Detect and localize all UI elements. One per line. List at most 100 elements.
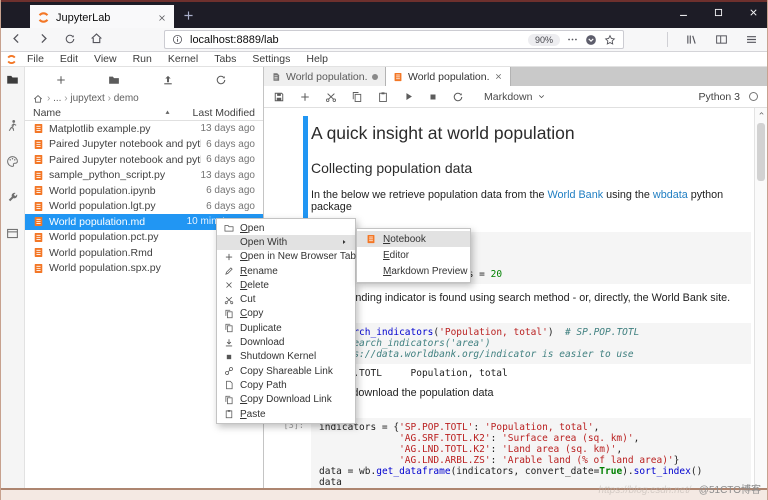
- scrollbar[interactable]: [754, 108, 767, 488]
- command-palette-icon[interactable]: [6, 155, 19, 168]
- library-icon[interactable]: [685, 33, 698, 46]
- home-breadcrumb-icon[interactable]: [33, 94, 43, 104]
- menu-tabs[interactable]: Tabs: [206, 53, 244, 65]
- hyperlink[interactable]: World Bank: [547, 189, 603, 201]
- file-modified: 6 days ago: [206, 200, 255, 212]
- new-launcher-button[interactable]: [55, 74, 67, 86]
- tab-close-icon[interactable]: [157, 13, 167, 23]
- tab-world-population-md-notebook[interactable]: World population.md: [386, 67, 511, 86]
- bookmark-star-icon[interactable]: [604, 34, 616, 46]
- menu-kernel[interactable]: Kernel: [160, 53, 206, 65]
- open-tabs-icon[interactable]: [6, 227, 19, 240]
- context-menu-item-copy[interactable]: Copy: [217, 307, 355, 321]
- context-menu-item-download[interactable]: Download: [217, 335, 355, 349]
- column-header-modified[interactable]: Last Modified: [193, 107, 255, 119]
- browser-toolbar: localhost:8889/lab 90%: [1, 28, 767, 52]
- menu-help[interactable]: Help: [298, 53, 336, 65]
- site-info-icon[interactable]: [172, 34, 183, 45]
- url-bar[interactable]: localhost:8889/lab 90%: [164, 30, 624, 49]
- tab-close-icon[interactable]: [494, 72, 503, 81]
- breadcrumb-item[interactable]: jupytext: [70, 93, 104, 104]
- save-button[interactable]: [273, 91, 285, 103]
- file-context-menu: Open Open With Open in New Browser Tab Rena…: [216, 218, 356, 425]
- restart-kernel-button[interactable]: [452, 91, 464, 103]
- context-menu-item-cut[interactable]: Cut: [217, 292, 355, 306]
- context-menu-item-duplicate[interactable]: Duplicate: [217, 321, 355, 335]
- page-actions-icon[interactable]: [567, 34, 578, 45]
- file-row[interactable]: Matplotlib example.py 13 days ago: [25, 121, 263, 137]
- file-row[interactable]: Paired Jupyter notebook and python ... 6 …: [25, 137, 263, 153]
- menu-file[interactable]: File: [19, 53, 52, 65]
- file-name: Paired Jupyter notebook and python ...: [49, 138, 201, 151]
- context-menu-item-copy-shareable-link[interactable]: Copy Shareable Link: [217, 364, 355, 378]
- paste-cell-button[interactable]: [377, 91, 389, 103]
- column-header-name[interactable]: Name: [33, 107, 164, 119]
- upload-button[interactable]: [162, 74, 174, 86]
- watermark-badge: @51CTO博客: [698, 485, 761, 496]
- unsaved-dot-icon[interactable]: [372, 73, 378, 80]
- pocket-icon[interactable]: [585, 34, 597, 46]
- breadcrumb: › ... › jupytext › demo: [25, 92, 263, 105]
- sidebars-icon[interactable]: [715, 33, 728, 46]
- new-tab-button[interactable]: [182, 9, 195, 22]
- context-menu-item-rename[interactable]: Rename: [217, 264, 355, 278]
- context-menu-item-shutdown-kernel[interactable]: Shutdown Kernel: [217, 350, 355, 364]
- open-with-editor[interactable]: Editor: [357, 247, 470, 263]
- menu-hamburger-icon[interactable]: [745, 33, 758, 46]
- cell-type-value: Markdown: [484, 90, 533, 103]
- menu-view[interactable]: View: [86, 53, 125, 65]
- context-menu-item-open-with[interactable]: Open With: [217, 235, 355, 250]
- add-cell-button[interactable]: [299, 91, 311, 103]
- menu-run[interactable]: Run: [125, 53, 160, 65]
- browser-tab[interactable]: JupyterLab: [30, 5, 174, 30]
- cell-type-dropdown[interactable]: Markdown: [484, 91, 546, 103]
- copy-cell-button[interactable]: [351, 91, 363, 103]
- zoom-indicator[interactable]: 90%: [527, 33, 560, 46]
- kernel-indicator[interactable]: Python 3: [699, 91, 758, 103]
- file-row[interactable]: World population.lgt.py 6 days ago: [25, 199, 263, 215]
- open-with-markdown-preview[interactable]: Markdown Preview: [357, 263, 470, 279]
- scrollbar-thumb[interactable]: [757, 123, 765, 181]
- window-minimize-button[interactable]: [678, 7, 689, 18]
- running-sessions-icon[interactable]: [6, 119, 19, 132]
- code-editor[interactable]: indicators = {'SP.POP.TOTL': 'Population…: [311, 418, 751, 488]
- file-row[interactable]: sample_python_script.py 13 days ago: [25, 168, 263, 184]
- window-controls: [678, 7, 759, 18]
- run-cell-button[interactable]: [403, 91, 414, 102]
- file-modified: 13 days ago: [200, 123, 256, 135]
- context-menu-item-paste[interactable]: Paste: [217, 407, 355, 421]
- tab-world-population-md-preview[interactable]: World population.md: [264, 67, 386, 86]
- home-button[interactable]: [90, 32, 103, 45]
- scroll-up-arrow-icon[interactable]: [755, 110, 767, 117]
- file-browser-tab-icon[interactable]: [6, 73, 19, 86]
- breadcrumb-item[interactable]: demo: [114, 93, 139, 104]
- forward-button[interactable]: [37, 32, 50, 45]
- refresh-files-button[interactable]: [215, 74, 227, 86]
- context-menu-item-copy-download-link[interactable]: Copy Download Link: [217, 393, 355, 407]
- context-menu-item-copy-path[interactable]: Copy Path: [217, 378, 355, 392]
- context-menu-item-open[interactable]: Open: [217, 221, 355, 235]
- markdown-cell[interactable]: A quick insight at world population Coll…: [264, 115, 751, 224]
- toolbar-separator: [667, 32, 668, 47]
- stop-kernel-button[interactable]: [428, 92, 438, 102]
- property-inspector-icon[interactable]: [6, 191, 19, 204]
- open-with-notebook[interactable]: Notebook: [357, 231, 470, 248]
- code-cell[interactable]: [3]: indicators = {'SP.POP.TOTL': 'Popula…: [264, 418, 751, 488]
- cut-cell-button[interactable]: [325, 91, 337, 103]
- menu-edit[interactable]: Edit: [52, 53, 86, 65]
- tab-label: World population.md: [408, 70, 489, 83]
- window-maximize-button[interactable]: [713, 7, 724, 18]
- window-close-button[interactable]: [748, 7, 759, 18]
- sort-ascending-icon[interactable]: [164, 109, 171, 116]
- file-icon: [33, 216, 44, 227]
- new-folder-button[interactable]: [108, 74, 120, 86]
- file-row[interactable]: Paired Jupyter notebook and python ... 6 …: [25, 152, 263, 168]
- hyperlink[interactable]: wbdata: [653, 189, 688, 201]
- file-row[interactable]: World population.ipynb 6 days ago: [25, 183, 263, 199]
- back-button[interactable]: [10, 32, 23, 45]
- context-menu-item-open-in-new-browser-tab[interactable]: Open in New Browser Tab: [217, 250, 356, 264]
- context-menu-item-delete[interactable]: Delete: [217, 278, 355, 292]
- code-editor[interactable]: wb.search_indicators('Population, total'…: [311, 323, 751, 364]
- menu-settings[interactable]: Settings: [244, 53, 298, 65]
- reload-button[interactable]: [64, 32, 76, 45]
